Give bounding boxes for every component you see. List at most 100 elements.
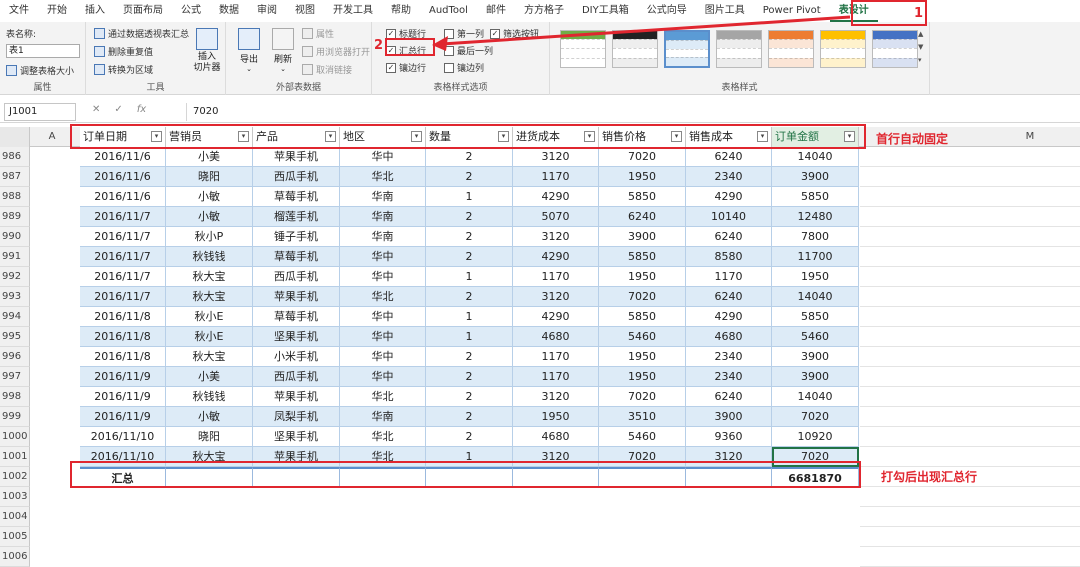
table-cell[interactable]: 2016/11/7 [80,247,166,267]
table-header-cell[interactable]: 地区 ▾ [340,127,426,147]
table-cell[interactable]: 2016/11/6 [80,167,166,187]
row-number[interactable]: 999 [0,407,30,427]
formula-input[interactable]: 7020 [186,103,1076,121]
table-cell[interactable]: 4680 [513,427,599,447]
table-cell[interactable]: 1950 [513,407,599,427]
total-row-checkbox[interactable]: ✓ 汇总行 [386,44,426,57]
table-cell[interactable]: 1950 [599,167,686,187]
table-cell[interactable]: 华北 [340,167,426,187]
table-cell[interactable]: 坚果手机 [253,427,340,447]
total-row-cell[interactable] [599,467,686,487]
row-number[interactable]: 1004 [0,507,30,527]
table-cell[interactable]: 11700 [772,247,859,267]
filter-dropdown-icon[interactable]: ▾ [411,131,422,142]
table-cell[interactable]: 2016/11/10 [80,447,166,467]
table-cell[interactable]: 晓阳 [166,167,253,187]
table-cell[interactable]: 锤子手机 [253,227,340,247]
table-cell[interactable]: 华中 [340,347,426,367]
table-cell[interactable]: 秋小P [166,227,253,247]
table-cell[interactable]: 3900 [686,407,772,427]
tab-7[interactable]: 视图 [286,0,324,22]
table-cell[interactable]: 7020 [772,407,859,427]
row-number[interactable]: 1001 [0,447,30,467]
table-cell[interactable]: 2016/11/9 [80,367,166,387]
row-number[interactable]: 1006 [0,547,30,567]
table-cell[interactable]: 苹果手机 [253,287,340,307]
name-box[interactable]: J1001 [4,103,76,121]
table-cell[interactable]: 7020 [599,147,686,167]
table-cell[interactable]: 3900 [599,227,686,247]
total-row-value[interactable]: 6681870 [772,467,859,487]
table-cell[interactable]: 3120 [686,447,772,467]
table-cell[interactable]: 4290 [513,247,599,267]
table-cell[interactable]: 1950 [772,267,859,287]
table-cell[interactable]: 7020 [599,287,686,307]
table-cell[interactable]: 华北 [340,387,426,407]
table-cell[interactable]: 2016/11/8 [80,327,166,347]
table-cell[interactable]: 5070 [513,207,599,227]
table-cell[interactable]: 3120 [513,387,599,407]
filter-dropdown-icon[interactable]: ▾ [325,131,336,142]
row-number[interactable]: 986 [0,147,30,167]
filter-dropdown-icon[interactable]: ▾ [498,131,509,142]
table-cell[interactable]: 6240 [686,147,772,167]
row-number[interactable]: 998 [0,387,30,407]
row-number[interactable]: 996 [0,347,30,367]
table-header-cell[interactable]: 产品 ▾ [253,127,340,147]
table-cell[interactable]: 2016/11/10 [80,427,166,447]
row-number[interactable]: 993 [0,287,30,307]
table-cell[interactable]: 2 [426,347,513,367]
table-cell[interactable]: 2 [426,407,513,427]
table-cell[interactable]: 2340 [686,167,772,187]
filter-dropdown-icon[interactable]: ▾ [151,131,162,142]
table-cell[interactable]: 秋大宝 [166,347,253,367]
filter-dropdown-icon[interactable]: ▾ [757,131,768,142]
total-row-cell[interactable] [426,467,513,487]
banded-columns-checkbox[interactable]: 镶边列 [444,61,484,74]
table-cell[interactable]: 7020 [599,387,686,407]
convert-to-range-button[interactable]: 转换为区域 [94,63,153,76]
row-number[interactable]: 995 [0,327,30,347]
table-header-cell[interactable]: 营销员 ▾ [166,127,253,147]
export-button[interactable]: 导出 ⌄ [234,28,264,73]
table-cell[interactable]: 1 [426,187,513,207]
table-cell[interactable]: 3120 [513,147,599,167]
table-header-cell[interactable]: 订单日期 ▾ [80,127,166,147]
table-cell[interactable]: 9360 [686,427,772,447]
table-cell[interactable]: 8580 [686,247,772,267]
open-browser-button[interactable]: 用浏览器打开 [302,45,370,58]
table-style-navy-thumb[interactable] [872,30,918,68]
row-number[interactable]: 1005 [0,527,30,547]
table-cell[interactable]: 2340 [686,367,772,387]
header-row-checkbox[interactable]: ✓ 标题行 [386,27,426,40]
table-cell[interactable]: 3120 [513,227,599,247]
table-cell[interactable]: 草莓手机 [253,307,340,327]
row-number[interactable]: 989 [0,207,30,227]
remove-duplicates-button[interactable]: 删除重复值 [94,45,153,58]
table-cell[interactable]: 2340 [686,347,772,367]
tab-4[interactable]: 公式 [172,0,210,22]
table-cell[interactable]: 秋小E [166,327,253,347]
table-cell[interactable]: 2016/11/7 [80,267,166,287]
table-cell[interactable]: 5460 [772,327,859,347]
tab-0[interactable]: 文件 [0,0,38,22]
table-cell[interactable]: 华中 [340,267,426,287]
table-cell[interactable]: 7020 [599,447,686,467]
style-gallery-scroll[interactable]: ▲ ▼ ▾ [918,28,928,67]
tab-6[interactable]: 审阅 [248,0,286,22]
row-number[interactable]: 987 [0,167,30,187]
table-cell[interactable]: 秋大宝 [166,447,253,467]
row-number[interactable]: 994 [0,307,30,327]
table-cell[interactable]: 华中 [340,147,426,167]
table-cell[interactable]: 草莓手机 [253,247,340,267]
table-cell[interactable]: 2016/11/8 [80,307,166,327]
table-cell[interactable]: 2016/11/6 [80,147,166,167]
table-cell[interactable]: 2 [426,207,513,227]
banded-rows-checkbox[interactable]: ✓ 镶边行 [386,61,426,74]
table-cell[interactable]: 华中 [340,247,426,267]
table-cell[interactable]: 西瓜手机 [253,267,340,287]
table-cell[interactable]: 1 [426,307,513,327]
table-header-cell[interactable]: 数量 ▾ [426,127,513,147]
table-cell[interactable]: 小美 [166,367,253,387]
table-cell[interactable]: 7800 [772,227,859,247]
